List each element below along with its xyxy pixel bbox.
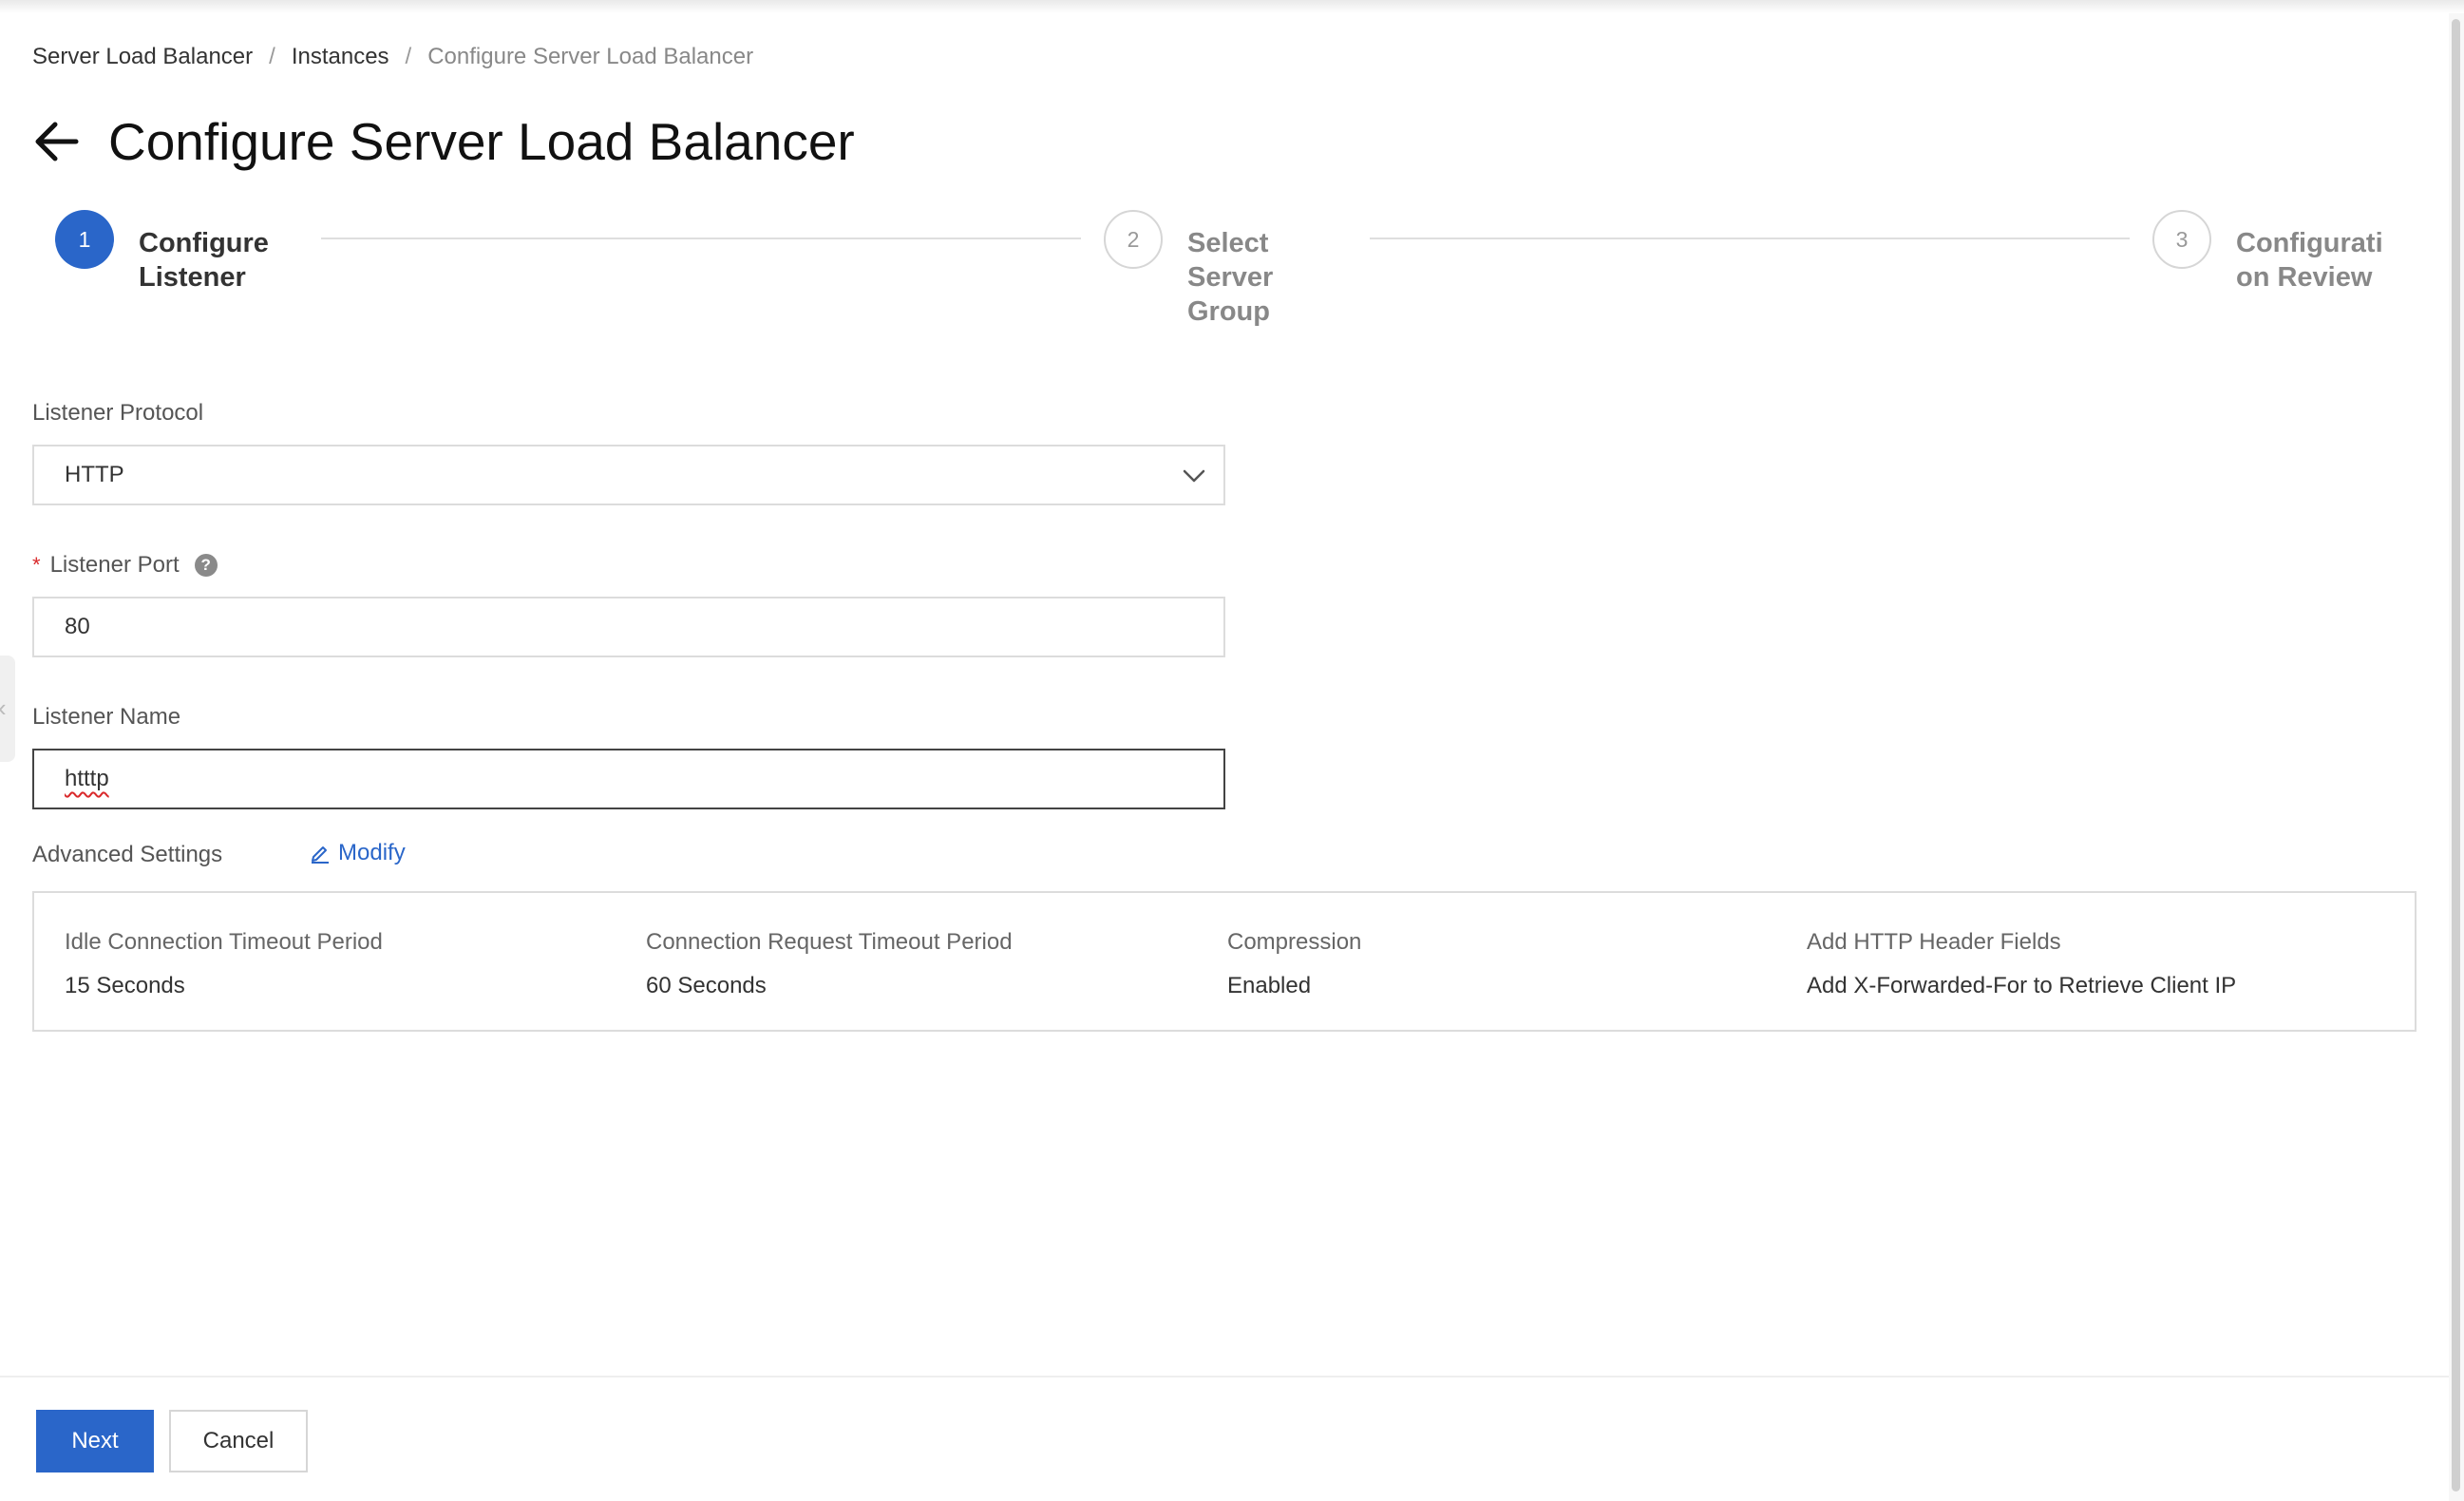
advanced-item-request-timeout: Connection Request Timeout Period 60 Sec… — [646, 929, 1013, 999]
listener-port-value: 80 — [65, 614, 90, 639]
sidebar-collapse-toggle[interactable]: ‹ — [0, 656, 15, 762]
listener-protocol-select[interactable]: HTTP — [32, 445, 1225, 505]
step-2-label-line2: Server — [1187, 262, 1274, 293]
advanced-item-key: Compression — [1227, 929, 1362, 955]
step-1-label: Configure Listener — [139, 226, 269, 294]
modify-advanced-settings-link[interactable]: Modify — [310, 840, 406, 866]
advanced-item-value: Add X-Forwarded-For to Retrieve Client I… — [1807, 973, 2237, 998]
step-2-label: Select Server Group — [1187, 226, 1273, 329]
advanced-settings-label: Advanced Settings — [32, 842, 223, 867]
advanced-item-http-headers: Add HTTP Header Fields Add X-Forwarded-F… — [1807, 929, 2236, 999]
breadcrumb-current: Configure Server Load Balancer — [427, 44, 754, 69]
cancel-button[interactable]: Cancel — [169, 1410, 308, 1472]
next-button[interactable]: Next — [36, 1410, 154, 1472]
listener-port-input[interactable]: 80 — [32, 597, 1225, 657]
step-connector — [1370, 238, 2130, 239]
breadcrumb-instances[interactable]: Instances — [292, 44, 389, 70]
advanced-item-value: Enabled — [1227, 973, 1312, 998]
step-3-label-line2: on Review — [2236, 262, 2373, 293]
advanced-item-compression: Compression Enabled — [1227, 929, 1361, 999]
listener-protocol-label: Listener Protocol — [32, 400, 204, 426]
breadcrumb-separator: / — [269, 44, 275, 69]
advanced-item-key: Idle Connection Timeout Period — [65, 929, 383, 955]
breadcrumb-separator: / — [405, 44, 412, 69]
chevron-left-icon: ‹ — [0, 694, 7, 723]
listener-port-label-text: Listener Port — [49, 552, 180, 578]
listener-protocol-value: HTTP — [65, 462, 124, 487]
listener-name-input[interactable]: htttp — [32, 749, 1225, 809]
chevron-down-icon — [1183, 469, 1205, 483]
step-2-label-line1: Select — [1187, 228, 1269, 258]
step-2-indicator: 2 — [1104, 210, 1163, 269]
step-1-label-line2: Listener — [139, 262, 246, 293]
arrow-left-icon[interactable] — [32, 120, 80, 163]
step-1-indicator: 1 — [55, 210, 114, 269]
pencil-icon — [312, 846, 329, 864]
top-border — [0, 0, 2464, 13]
listener-name-label: Listener Name — [32, 704, 181, 730]
advanced-item-key: Connection Request Timeout Period — [646, 929, 1013, 955]
question-circle-icon[interactable]: ? — [194, 554, 218, 577]
advanced-item-idle-timeout: Idle Connection Timeout Period 15 Second… — [65, 929, 383, 999]
advanced-settings-summary: Idle Connection Timeout Period 15 Second… — [32, 891, 2417, 1032]
step-3-indicator: 3 — [2152, 210, 2211, 269]
breadcrumb-server-load-balancer[interactable]: Server Load Balancer — [32, 44, 253, 70]
advanced-item-value: 15 Seconds — [65, 973, 185, 998]
step-1-label-line1: Configure — [139, 228, 269, 258]
modify-label: Modify — [338, 840, 406, 865]
listener-port-label: * Listener Port ? — [32, 552, 218, 579]
advanced-item-value: 60 Seconds — [646, 973, 767, 998]
page-title: Configure Server Load Balancer — [108, 112, 855, 171]
listener-name-value: htttp — [65, 766, 109, 791]
step-3-label: Configurati on Review — [2236, 226, 2383, 294]
step-connector — [321, 238, 1081, 239]
step-2-label-line3: Group — [1187, 296, 1270, 327]
advanced-item-key: Add HTTP Header Fields — [1807, 929, 2061, 955]
required-asterisk: * — [32, 553, 41, 577]
footer-action-bar: Next Cancel — [0, 1376, 2449, 1501]
scrollbar-thumb[interactable] — [2452, 19, 2460, 1492]
step-3-label-line1: Configurati — [2236, 228, 2383, 258]
breadcrumb: Server Load Balancer / Instances / Confi… — [32, 42, 753, 72]
